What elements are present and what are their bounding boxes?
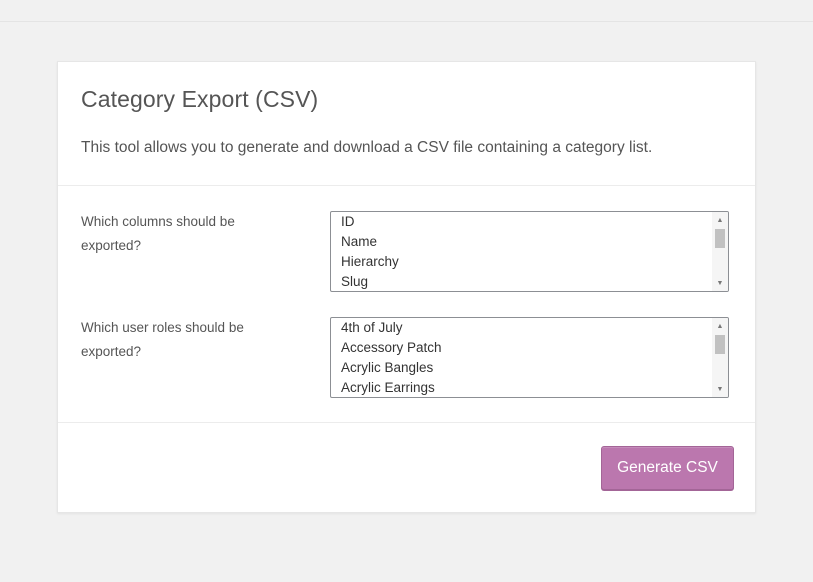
columns-option-id[interactable]: ID	[331, 212, 712, 232]
columns-option-slug[interactable]: Slug	[331, 272, 712, 291]
columns-multiselect[interactable]: ID Name Hierarchy Slug ▲ ▼	[330, 211, 729, 292]
roles-option[interactable]: Acrylic Bangles	[331, 358, 712, 378]
export-card: Category Export (CSV) This tool allows y…	[57, 61, 756, 513]
columns-field-label: Which columns should be exported?	[81, 214, 235, 253]
section-divider-top	[58, 185, 755, 186]
roles-option[interactable]: Acrylic Earrings	[331, 378, 712, 397]
roles-option-list: 4th of July Accessory Patch Acrylic Bang…	[331, 318, 712, 397]
triangle-up-icon[interactable]: ▲	[712, 213, 728, 227]
triangle-down-icon[interactable]: ▼	[712, 382, 728, 396]
columns-option-name[interactable]: Name	[331, 232, 712, 252]
columns-option-hierarchy[interactable]: Hierarchy	[331, 252, 712, 272]
generate-csv-button[interactable]: Generate CSV	[601, 446, 734, 490]
roles-field-label: Which user roles should be exported?	[81, 320, 244, 359]
top-divider	[0, 21, 813, 22]
roles-multiselect[interactable]: 4th of July Accessory Patch Acrylic Bang…	[330, 317, 729, 398]
page-title: Category Export (CSV)	[81, 86, 319, 112]
tool-description: This tool allows you to generate and dow…	[81, 139, 653, 156]
roles-scrollbar[interactable]: ▲ ▼	[712, 318, 728, 397]
roles-option[interactable]: 4th of July	[331, 318, 712, 338]
roles-option[interactable]: Accessory Patch	[331, 338, 712, 358]
columns-option-list: ID Name Hierarchy Slug	[331, 212, 712, 291]
triangle-down-icon[interactable]: ▼	[712, 276, 728, 290]
triangle-up-icon[interactable]: ▲	[712, 319, 728, 333]
columns-scroll-thumb[interactable]	[715, 229, 725, 248]
section-divider-bottom	[58, 422, 755, 423]
columns-scrollbar[interactable]: ▲ ▼	[712, 212, 728, 291]
roles-scroll-thumb[interactable]	[715, 335, 725, 354]
